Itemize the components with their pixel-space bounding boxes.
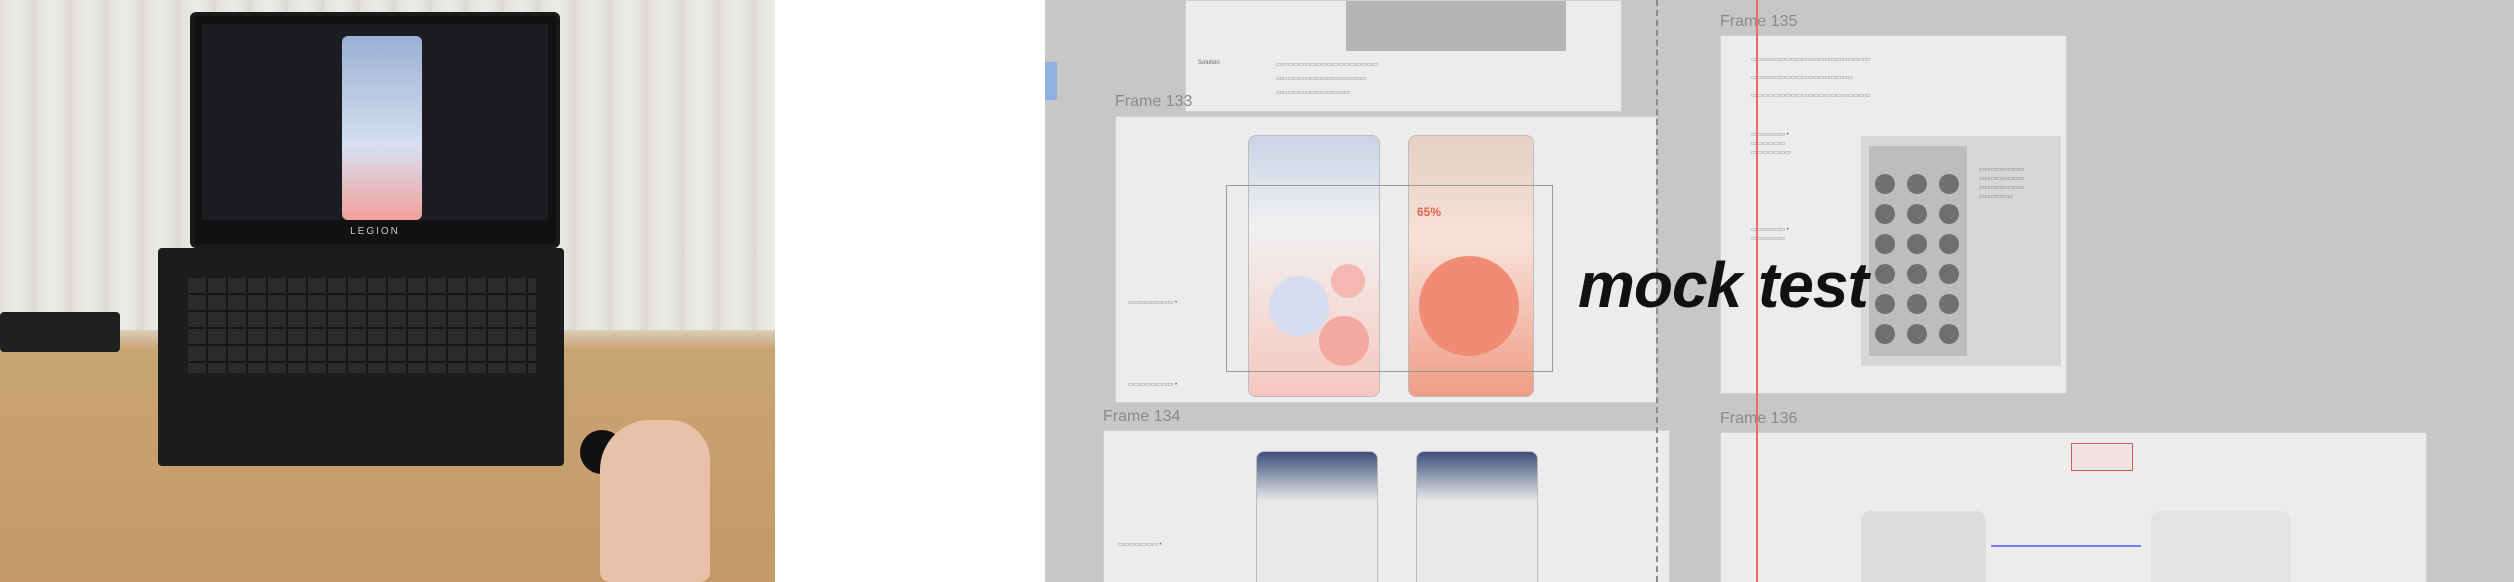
photo-laptop-setup: LEGION bbox=[0, 0, 775, 582]
laptop-screen: LEGION bbox=[190, 12, 560, 248]
blank-gap bbox=[775, 0, 1045, 582]
phone-mockup-3 bbox=[1256, 451, 1378, 582]
phone-preview bbox=[342, 36, 422, 220]
frame-136-label: Frame 136 bbox=[1720, 410, 1798, 427]
top-image bbox=[1346, 1, 1566, 51]
selection-box bbox=[1226, 185, 1553, 372]
grid-panel: ▭▭▭▭▭▭▭▭ ▭▭▭▭▭▭▭▭ ▭▭▭▭▭▭▭▭ ▭▭▭▭▭▭ bbox=[1861, 136, 2061, 366]
frame-133-label: Frame 133 bbox=[1115, 93, 1193, 110]
laptop-display bbox=[202, 24, 548, 220]
frame-134-label: Frame 134 bbox=[1103, 408, 1181, 425]
phone-mockup-6 bbox=[2151, 511, 2291, 582]
charger bbox=[0, 312, 120, 352]
laptop-logo: LEGION bbox=[350, 226, 400, 237]
frame-136[interactable] bbox=[1720, 432, 2427, 582]
frame-135-label: Frame 135 bbox=[1720, 13, 1798, 30]
hand bbox=[600, 420, 710, 582]
frame-135[interactable]: ▭▭▭▭▭▭▭▭▭▭▭▭▭▭▭▭▭▭▭▭▭ ▭▭▭▭▭▭▭▭▭▭▭▭▭▭▭▭▭▭… bbox=[1720, 35, 2067, 394]
phone-mockup-5 bbox=[1861, 511, 1986, 582]
laptop-keyboard bbox=[188, 278, 536, 373]
selection-handle[interactable] bbox=[1045, 62, 1057, 100]
phone-mockup-4 bbox=[1416, 451, 1538, 582]
frame-133[interactable]: 65% ▭▭▭▭▭▭▭▭ • ▭▭▭▭▭▭▭▭ • bbox=[1115, 116, 1657, 403]
frame-134[interactable]: ▭▭▭▭▭▭▭ • bbox=[1103, 430, 1670, 582]
frame-top: Solution ▭▭▭▭▭▭▭▭▭▭▭▭▭▭▭▭▭▭ ▭▭▭▭▭▭▭▭▭▭▭▭… bbox=[1185, 0, 1622, 112]
annotation-box bbox=[2071, 443, 2133, 471]
laptop-base bbox=[158, 248, 564, 466]
flow-arrow bbox=[1991, 545, 2141, 547]
mock-test-overlay: mock test bbox=[1578, 249, 1869, 321]
